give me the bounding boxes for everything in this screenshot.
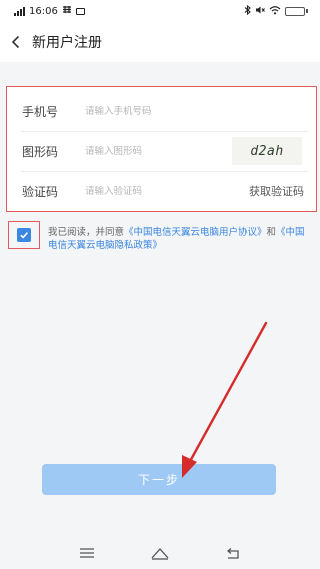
next-button[interactable]: 下一步 [42, 464, 276, 495]
agreement-checkbox[interactable] [8, 221, 40, 249]
message-icon [75, 7, 85, 15]
agreement-prefix: 我已阅读，并同意 [48, 227, 125, 238]
signal-icon [14, 6, 25, 16]
menu-icon[interactable] [72, 541, 102, 565]
back-icon[interactable] [218, 541, 248, 565]
mute-icon [255, 5, 265, 18]
sms-code-row: 验证码 获取验证码 [7, 171, 316, 211]
status-time: 16:06 [29, 5, 58, 17]
chevron-left-icon[interactable] [4, 22, 28, 62]
wifi-icon [269, 5, 281, 18]
sms-code-label: 验证码 [22, 184, 59, 199]
phone-input[interactable] [85, 105, 316, 117]
checkmark-icon [17, 228, 31, 242]
agreement-text: 我已阅读，并同意《中国电信天翼云电脑用户协议》和《中国电信天翼云电脑隐私政策》 [48, 226, 310, 252]
user-agreement-link[interactable]: 《中国电信天翼云电脑用户协议》 [124, 227, 267, 238]
nav-header: 新用户注册 [0, 22, 320, 62]
battery-icon [285, 6, 308, 16]
status-bar-right [244, 4, 308, 18]
agreement-conjunction: 和 [266, 227, 277, 238]
bluetooth-icon [244, 4, 251, 18]
captcha-image[interactable]: d2ah [232, 137, 302, 165]
status-bar-left: 16:06 [14, 5, 85, 17]
system-nav-bar [0, 537, 320, 569]
page-title: 新用户注册 [32, 35, 102, 51]
phone-row: 手机号 [7, 91, 316, 131]
sms-code-input[interactable] [85, 185, 249, 197]
agreement-section: 我已阅读，并同意《中国电信天翼云电脑用户协议》和《中国电信天翼云电脑隐私政策》 [8, 220, 312, 254]
app-notification-icon [62, 5, 72, 17]
phone-label: 手机号 [22, 104, 59, 119]
registration-form: 手机号 图形码 d2ah 验证码 获取验证码 [6, 86, 317, 212]
captcha-label: 图形码 [22, 144, 59, 159]
captcha-input[interactable] [85, 145, 232, 157]
status-bar: 16:06 [0, 0, 320, 22]
captcha-row: 图形码 d2ah [7, 131, 316, 171]
get-code-button[interactable]: 获取验证码 [249, 183, 304, 199]
home-icon[interactable] [145, 541, 175, 565]
